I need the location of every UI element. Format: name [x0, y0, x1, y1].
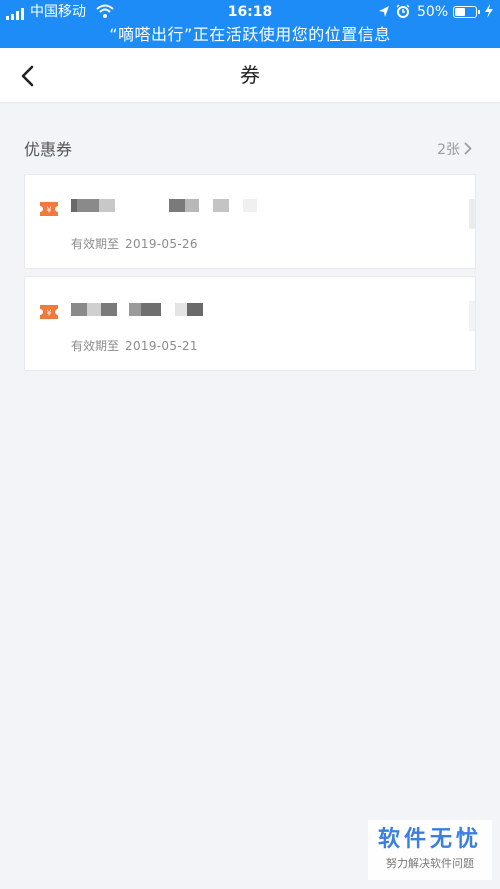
coupon-ticket-icon: ¥ — [40, 202, 58, 216]
coupon-validity: 有效期至 2019-05-21 — [71, 337, 198, 354]
battery-percent: 50% — [417, 4, 449, 20]
chevron-right-icon — [464, 142, 472, 155]
validity-label: 有效期至 — [71, 237, 120, 251]
coupon-card[interactable]: ¥ 有效期至 2019-05-21 — [24, 276, 476, 371]
card-edge — [469, 199, 475, 229]
coupon-ticket-icon: ¥ — [40, 305, 58, 319]
section-title: 优惠券 — [24, 140, 73, 159]
charging-icon — [485, 4, 493, 18]
location-usage-banner[interactable]: “嘀嗒出行”正在活跃使用您的位置信息 — [0, 24, 500, 48]
validity-date: 2019-05-21 — [125, 339, 198, 353]
validity-date: 2019-05-26 — [125, 237, 198, 251]
svg-text:¥: ¥ — [46, 309, 51, 318]
watermark-subtitle: 努力解决软件问题 — [386, 857, 474, 870]
coupon-count-link[interactable]: 2张 — [437, 136, 472, 164]
status-row: 中国移动 16:18 50% — [0, 0, 500, 24]
alarm-icon — [396, 4, 410, 18]
page-title: 券 — [240, 63, 260, 87]
battery-icon — [453, 6, 480, 18]
coupon-section-header: 优惠券 2张 — [24, 136, 476, 164]
validity-label: 有效期至 — [71, 339, 120, 353]
card-edge — [469, 301, 475, 331]
location-arrow-icon — [379, 6, 389, 17]
watermark-title: 软件无忧 — [377, 827, 482, 852]
coupon-card[interactable]: ¥ 有效期至 2019-05-26 — [24, 174, 476, 269]
back-button[interactable] — [14, 61, 44, 91]
chevron-left-icon — [21, 65, 34, 87]
coupon-validity: 有效期至 2019-05-26 — [71, 235, 198, 252]
nav-bar: 券 — [0, 48, 500, 102]
status-bar: 中国移动 16:18 50% “嘀嗒出行”正在活跃使用您的位置信息 — [0, 0, 500, 48]
svg-text:¥: ¥ — [46, 206, 51, 215]
watermark-logo: 软件无忧 努力解决软件问题 — [368, 820, 492, 880]
coupon-count: 2张 — [437, 142, 460, 158]
